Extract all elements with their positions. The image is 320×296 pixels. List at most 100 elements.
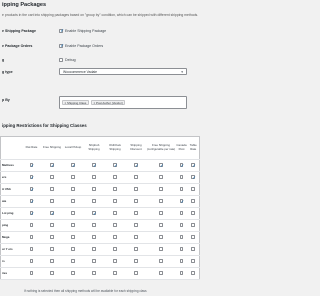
restriction-checkbox[interactable] (50, 235, 54, 239)
enable-packages-checkbox-label[interactable]: Enable Shipping Package (65, 29, 106, 33)
restriction-checkbox[interactable] (134, 271, 138, 275)
restriction-checkbox[interactable] (159, 175, 163, 179)
restriction-checkbox[interactable] (191, 187, 196, 191)
restriction-checkbox[interactable] (92, 175, 96, 179)
restriction-checkbox[interactable] (191, 271, 196, 275)
group-by-multiselect[interactable]: × Shipping Class × Post Author (Vendor) (59, 96, 187, 109)
restriction-checkbox[interactable] (71, 247, 75, 251)
restriction-checkbox[interactable] (92, 247, 96, 251)
restriction-checkbox[interactable] (159, 211, 163, 215)
restriction-checkbox[interactable] (71, 235, 75, 239)
restriction-checkbox[interactable] (179, 187, 184, 191)
restriction-checkbox[interactable] (50, 211, 55, 215)
restriction-checkbox[interactable] (92, 259, 96, 263)
restriction-checkbox[interactable] (134, 235, 138, 239)
restriction-checkbox[interactable] (134, 247, 138, 251)
restriction-checkbox[interactable] (113, 235, 117, 239)
restriction-checkbox[interactable] (113, 247, 117, 251)
restriction-checkbox[interactable] (191, 163, 196, 167)
restriction-checkbox[interactable] (159, 199, 163, 203)
restriction-checkbox[interactable] (50, 247, 54, 251)
enable-orders-checkbox[interactable] (59, 43, 64, 49)
restriction-checkbox[interactable] (191, 175, 196, 179)
restriction-checkbox[interactable] (113, 271, 117, 275)
restriction-checkbox[interactable] (29, 163, 34, 167)
restriction-checkbox[interactable] (134, 163, 139, 167)
restriction-checkbox[interactable] (191, 223, 196, 227)
restriction-checkbox[interactable] (92, 211, 97, 215)
restriction-checkbox[interactable] (71, 199, 75, 203)
restriction-checkbox[interactable] (29, 199, 34, 203)
restriction-checkbox[interactable] (113, 259, 117, 263)
restriction-checkbox[interactable] (92, 199, 96, 203)
restriction-checkbox[interactable] (113, 163, 118, 167)
restriction-checkbox[interactable] (71, 259, 75, 263)
restriction-checkbox[interactable] (92, 163, 97, 167)
restriction-checkbox[interactable] (134, 187, 138, 191)
restriction-checkbox[interactable] (92, 235, 96, 239)
restriction-checkbox[interactable] (29, 235, 34, 239)
restriction-checkbox[interactable] (71, 175, 75, 179)
type-select[interactable]: Woocommerce Vadaiе ▾ (59, 68, 187, 75)
restriction-checkbox[interactable] (113, 175, 117, 179)
restriction-checkbox[interactable] (92, 187, 96, 191)
restriction-checkbox[interactable] (159, 247, 163, 251)
restriction-checkbox[interactable] (50, 271, 54, 275)
restriction-checkbox[interactable] (113, 223, 117, 227)
restriction-checkbox[interactable] (50, 199, 54, 203)
enable-orders-checkbox-label[interactable]: Enable Package Orders (65, 44, 103, 48)
restriction-checkbox[interactable] (191, 247, 196, 251)
restriction-checkbox[interactable] (29, 211, 34, 215)
restriction-checkbox[interactable] (134, 223, 138, 227)
group-by-token-post-author[interactable]: × Post Author (Vendor) (91, 100, 126, 105)
restriction-checkbox[interactable] (179, 211, 184, 215)
restriction-checkbox[interactable] (113, 199, 117, 203)
restriction-checkbox[interactable] (29, 271, 34, 275)
restriction-checkbox[interactable] (50, 259, 54, 263)
restriction-checkbox[interactable] (134, 259, 138, 263)
restriction-checkbox[interactable] (179, 175, 184, 179)
restriction-checkbox[interactable] (50, 187, 54, 191)
restriction-checkbox[interactable] (179, 223, 184, 227)
debug-checkbox-label[interactable]: Debug (65, 58, 76, 62)
restriction-checkbox[interactable] (191, 211, 196, 215)
restriction-checkbox[interactable] (113, 187, 117, 191)
restriction-checkbox[interactable] (159, 223, 163, 227)
restriction-checkbox[interactable] (179, 271, 184, 275)
group-by-token-shipping-class[interactable]: × Shipping Class (62, 100, 89, 105)
restriction-checkbox[interactable] (179, 199, 184, 203)
restriction-checkbox[interactable] (159, 163, 164, 167)
restriction-checkbox[interactable] (29, 259, 34, 263)
restriction-checkbox[interactable] (134, 199, 138, 203)
restriction-checkbox[interactable] (191, 199, 196, 203)
restriction-checkbox[interactable] (71, 211, 75, 215)
restriction-checkbox[interactable] (113, 211, 117, 215)
enable-packages-checkbox[interactable] (59, 28, 64, 34)
restriction-checkbox[interactable] (71, 271, 75, 275)
restriction-checkbox[interactable] (159, 259, 163, 263)
restriction-checkbox[interactable] (29, 187, 34, 191)
restriction-checkbox[interactable] (71, 163, 76, 167)
restriction-checkbox[interactable] (29, 247, 34, 251)
restriction-checkbox[interactable] (71, 223, 75, 227)
restriction-checkbox[interactable] (179, 235, 184, 239)
restriction-checkbox[interactable] (134, 211, 138, 215)
restriction-checkbox[interactable] (29, 223, 34, 227)
restriction-checkbox[interactable] (159, 187, 163, 191)
restriction-checkbox[interactable] (92, 223, 96, 227)
restriction-checkbox[interactable] (179, 259, 184, 263)
restriction-checkbox[interactable] (179, 163, 184, 167)
restriction-checkbox[interactable] (191, 235, 196, 239)
restriction-checkbox[interactable] (191, 259, 196, 263)
restriction-checkbox[interactable] (50, 163, 55, 167)
restriction-checkbox[interactable] (159, 271, 163, 275)
debug-checkbox[interactable] (59, 58, 63, 62)
restriction-checkbox[interactable] (159, 235, 163, 239)
restriction-checkbox[interactable] (50, 175, 54, 179)
restriction-checkbox[interactable] (92, 271, 96, 275)
restriction-checkbox[interactable] (179, 247, 184, 251)
restriction-checkbox[interactable] (134, 175, 138, 179)
restriction-checkbox[interactable] (29, 175, 34, 179)
restriction-checkbox[interactable] (71, 187, 75, 191)
restriction-checkbox[interactable] (50, 223, 54, 227)
